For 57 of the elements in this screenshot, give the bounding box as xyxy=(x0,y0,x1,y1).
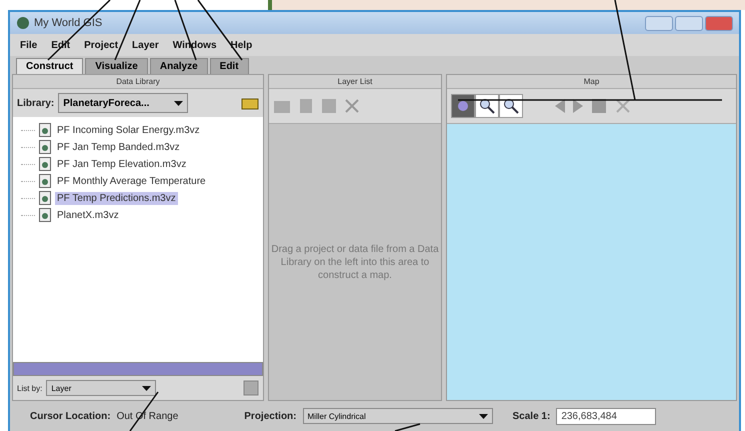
hand-icon xyxy=(456,99,470,113)
grid-icon xyxy=(243,380,259,396)
scale-field[interactable]: 236,683,484 xyxy=(556,408,656,424)
delete-icon[interactable] xyxy=(345,99,359,113)
cursor-location-label: Cursor Location: xyxy=(30,410,111,422)
drop-hint: Drag a project or data file from a Data Library on the left into this area to construct a map. xyxy=(269,124,441,400)
scale-label: Scale 1: xyxy=(512,410,550,422)
list-by-label: List by: xyxy=(17,384,42,392)
library-dropdown[interactable]: PlanetaryForeca... xyxy=(58,93,188,113)
caret-icon xyxy=(174,100,184,106)
file-icon xyxy=(39,191,51,205)
scroll-bar[interactable] xyxy=(13,362,263,376)
forward-icon[interactable] xyxy=(573,99,583,113)
tree-item[interactable]: PF Temp Predictions.m3vz xyxy=(55,192,178,204)
tab[interactable]: Edit xyxy=(210,58,249,74)
minimize-button[interactable] xyxy=(645,16,673,30)
menu-item[interactable]: Help xyxy=(230,40,252,50)
tree-item[interactable]: PF Incoming Solar Energy.m3vz xyxy=(55,124,202,136)
panel-title: Data Library xyxy=(13,75,263,89)
panel-title: Layer List xyxy=(269,75,441,89)
tree-item[interactable]: PF Jan Temp Banded.m3vz xyxy=(55,140,182,154)
tree-item[interactable]: PlanetX.m3vz xyxy=(55,208,121,222)
tab[interactable]: Visualize xyxy=(85,58,148,74)
file-icon xyxy=(39,140,51,154)
folder-icon xyxy=(241,96,259,110)
tree-item[interactable]: PF Monthly Average Temperature xyxy=(55,174,208,188)
panel-title: Map xyxy=(447,75,736,89)
close-button[interactable] xyxy=(705,16,733,30)
tab[interactable]: Analyze xyxy=(150,58,208,74)
square-icon[interactable] xyxy=(591,98,607,114)
scissors-icon[interactable] xyxy=(615,98,631,114)
globe-icon xyxy=(16,16,30,30)
tab[interactable]: Construct xyxy=(16,58,84,74)
layer-icon[interactable] xyxy=(273,98,291,114)
maximize-button[interactable] xyxy=(675,16,703,30)
projection-dropdown[interactable]: Miller Cylindrical xyxy=(302,408,492,424)
tree-item[interactable]: PF Jan Temp Elevation.m3vz xyxy=(55,158,188,170)
file-icon xyxy=(39,157,51,171)
zoom-out-icon xyxy=(503,98,519,114)
caret-icon xyxy=(142,386,152,390)
tool-button[interactable] xyxy=(475,94,499,118)
library-label: Library: xyxy=(17,98,54,108)
leader-line xyxy=(394,423,420,431)
tool-button[interactable] xyxy=(499,94,523,118)
projection-label: Projection: xyxy=(244,410,296,422)
page-icon[interactable] xyxy=(299,98,313,114)
back-icon[interactable] xyxy=(555,99,565,113)
zoom-in-icon xyxy=(479,98,495,114)
list-by-dropdown[interactable]: Layer xyxy=(46,380,156,396)
caret-icon xyxy=(478,414,488,418)
tool-button[interactable] xyxy=(451,94,475,118)
menu-item[interactable]: Layer xyxy=(132,40,159,50)
file-icon xyxy=(39,208,51,222)
file-icon xyxy=(39,174,51,188)
menu-item[interactable]: File xyxy=(20,40,38,50)
file-icon xyxy=(39,123,51,137)
menu-item[interactable]: Project xyxy=(84,40,118,50)
